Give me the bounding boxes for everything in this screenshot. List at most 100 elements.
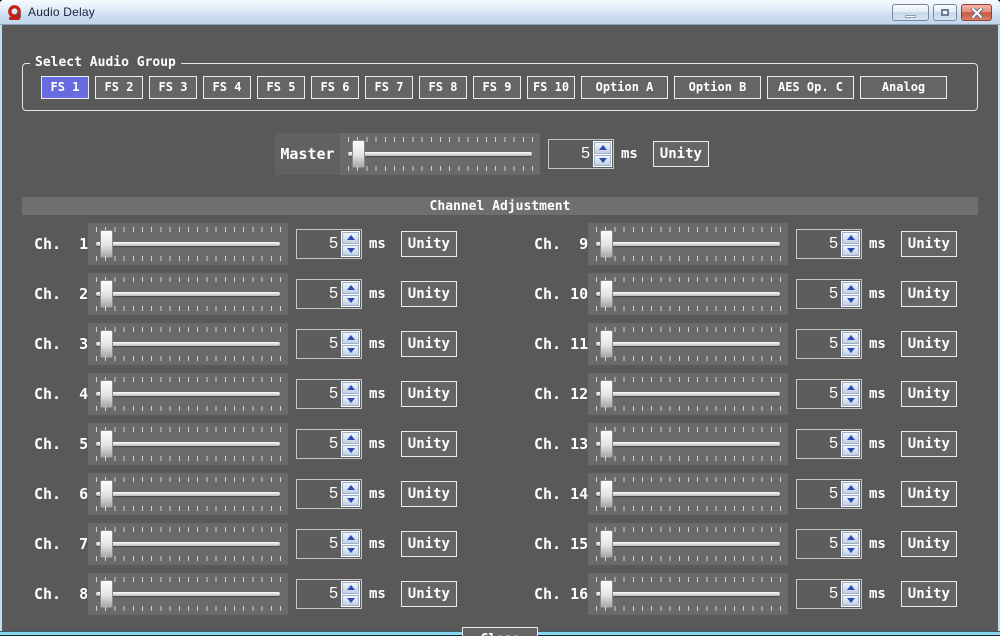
- channel-unity-button[interactable]: Unity: [401, 381, 457, 407]
- titlebar[interactable]: Audio Delay: [0, 0, 1000, 25]
- spin-up-button[interactable]: [842, 532, 859, 544]
- master-slider[interactable]: [340, 133, 540, 175]
- slider-track[interactable]: [96, 442, 280, 446]
- slider-track[interactable]: [596, 442, 780, 446]
- audio-group-button[interactable]: FS 1: [41, 76, 89, 99]
- spin-down-button[interactable]: [842, 595, 859, 607]
- slider-track[interactable]: [596, 492, 780, 496]
- channel-delay-field[interactable]: 5: [796, 379, 862, 409]
- channel-delay-field[interactable]: 5: [296, 429, 362, 459]
- channel-unity-button[interactable]: Unity: [901, 431, 957, 457]
- spin-up-button[interactable]: [842, 282, 859, 294]
- slider-track[interactable]: [596, 592, 780, 596]
- delay-value[interactable]: 5: [297, 530, 338, 558]
- spin-down-button[interactable]: [842, 445, 859, 457]
- spin-up-button[interactable]: [842, 432, 859, 444]
- channel-delay-slider[interactable]: [588, 573, 788, 615]
- spin-up-button[interactable]: [342, 532, 359, 544]
- slider-track[interactable]: [96, 592, 280, 596]
- slider-thumb[interactable]: [100, 430, 113, 458]
- delay-value[interactable]: 5: [797, 380, 838, 408]
- channel-delay-field[interactable]: 5: [296, 279, 362, 309]
- spin-up-button[interactable]: [842, 382, 859, 394]
- channel-unity-button[interactable]: Unity: [401, 231, 457, 257]
- channel-unity-button[interactable]: Unity: [901, 481, 957, 507]
- spin-up-button[interactable]: [594, 142, 611, 154]
- delay-value[interactable]: 5: [797, 330, 838, 358]
- delay-value[interactable]: 5: [297, 280, 338, 308]
- spin-down-button[interactable]: [842, 395, 859, 407]
- slider-track[interactable]: [96, 492, 280, 496]
- audio-group-button[interactable]: Option B: [674, 76, 761, 99]
- audio-group-button[interactable]: FS 9: [473, 76, 521, 99]
- spin-down-button[interactable]: [842, 295, 859, 307]
- close-window-button[interactable]: [961, 4, 992, 21]
- slider-thumb[interactable]: [100, 580, 113, 608]
- slider-track[interactable]: [96, 242, 280, 246]
- channel-unity-button[interactable]: Unity: [901, 281, 957, 307]
- spin-down-button[interactable]: [594, 155, 611, 167]
- slider-thumb[interactable]: [100, 480, 113, 508]
- spin-down-button[interactable]: [342, 495, 359, 507]
- spin-down-button[interactable]: [342, 595, 359, 607]
- spin-up-button[interactable]: [842, 332, 859, 344]
- delay-value[interactable]: 5: [297, 380, 338, 408]
- spin-up-button[interactable]: [842, 482, 859, 494]
- spin-up-button[interactable]: [342, 332, 359, 344]
- delay-value[interactable]: 5: [797, 230, 838, 258]
- audio-group-button[interactable]: FS 4: [203, 76, 251, 99]
- delay-value[interactable]: 5: [297, 230, 338, 258]
- master-delay-field[interactable]: 5: [548, 139, 614, 169]
- audio-group-button[interactable]: FS 5: [257, 76, 305, 99]
- master-slider-thumb[interactable]: [352, 140, 365, 168]
- channel-delay-field[interactable]: 5: [296, 579, 362, 609]
- spin-up-button[interactable]: [342, 282, 359, 294]
- spin-down-button[interactable]: [842, 345, 859, 357]
- channel-delay-slider[interactable]: [88, 473, 288, 515]
- channel-delay-slider[interactable]: [588, 423, 788, 465]
- slider-thumb[interactable]: [600, 380, 613, 408]
- delay-value[interactable]: 5: [297, 580, 338, 608]
- slider-track[interactable]: [96, 292, 280, 296]
- spin-down-button[interactable]: [842, 495, 859, 507]
- slider-thumb[interactable]: [600, 580, 613, 608]
- channel-unity-button[interactable]: Unity: [401, 481, 457, 507]
- slider-thumb[interactable]: [100, 330, 113, 358]
- spin-up-button[interactable]: [342, 482, 359, 494]
- slider-thumb[interactable]: [600, 280, 613, 308]
- channel-delay-slider[interactable]: [588, 323, 788, 365]
- channel-delay-field[interactable]: 5: [796, 279, 862, 309]
- minimize-button[interactable]: [892, 4, 929, 21]
- spin-up-button[interactable]: [842, 582, 859, 594]
- channel-delay-slider[interactable]: [88, 423, 288, 465]
- channel-delay-field[interactable]: 5: [296, 529, 362, 559]
- slider-track[interactable]: [96, 542, 280, 546]
- channel-unity-button[interactable]: Unity: [401, 531, 457, 557]
- delay-value[interactable]: 5: [797, 580, 838, 608]
- slider-track[interactable]: [96, 342, 280, 346]
- channel-delay-slider[interactable]: [88, 373, 288, 415]
- channel-delay-field[interactable]: 5: [296, 479, 362, 509]
- delay-value[interactable]: 5: [297, 480, 338, 508]
- channel-unity-button[interactable]: Unity: [401, 431, 457, 457]
- slider-track[interactable]: [596, 242, 780, 246]
- channel-delay-slider[interactable]: [88, 573, 288, 615]
- delay-value[interactable]: 5: [297, 330, 338, 358]
- channel-delay-field[interactable]: 5: [796, 329, 862, 359]
- slider-thumb[interactable]: [600, 430, 613, 458]
- spin-down-button[interactable]: [342, 245, 359, 257]
- spin-up-button[interactable]: [342, 582, 359, 594]
- slider-track[interactable]: [348, 152, 532, 156]
- audio-group-button[interactable]: FS 10: [527, 76, 575, 99]
- channel-unity-button[interactable]: Unity: [901, 531, 957, 557]
- slider-thumb[interactable]: [100, 380, 113, 408]
- channel-unity-button[interactable]: Unity: [901, 381, 957, 407]
- audio-group-button[interactable]: Option A: [581, 76, 668, 99]
- slider-track[interactable]: [596, 342, 780, 346]
- spin-up-button[interactable]: [842, 232, 859, 244]
- spin-up-button[interactable]: [342, 232, 359, 244]
- spin-down-button[interactable]: [342, 445, 359, 457]
- channel-delay-field[interactable]: 5: [296, 379, 362, 409]
- spin-up-button[interactable]: [342, 432, 359, 444]
- spin-down-button[interactable]: [842, 545, 859, 557]
